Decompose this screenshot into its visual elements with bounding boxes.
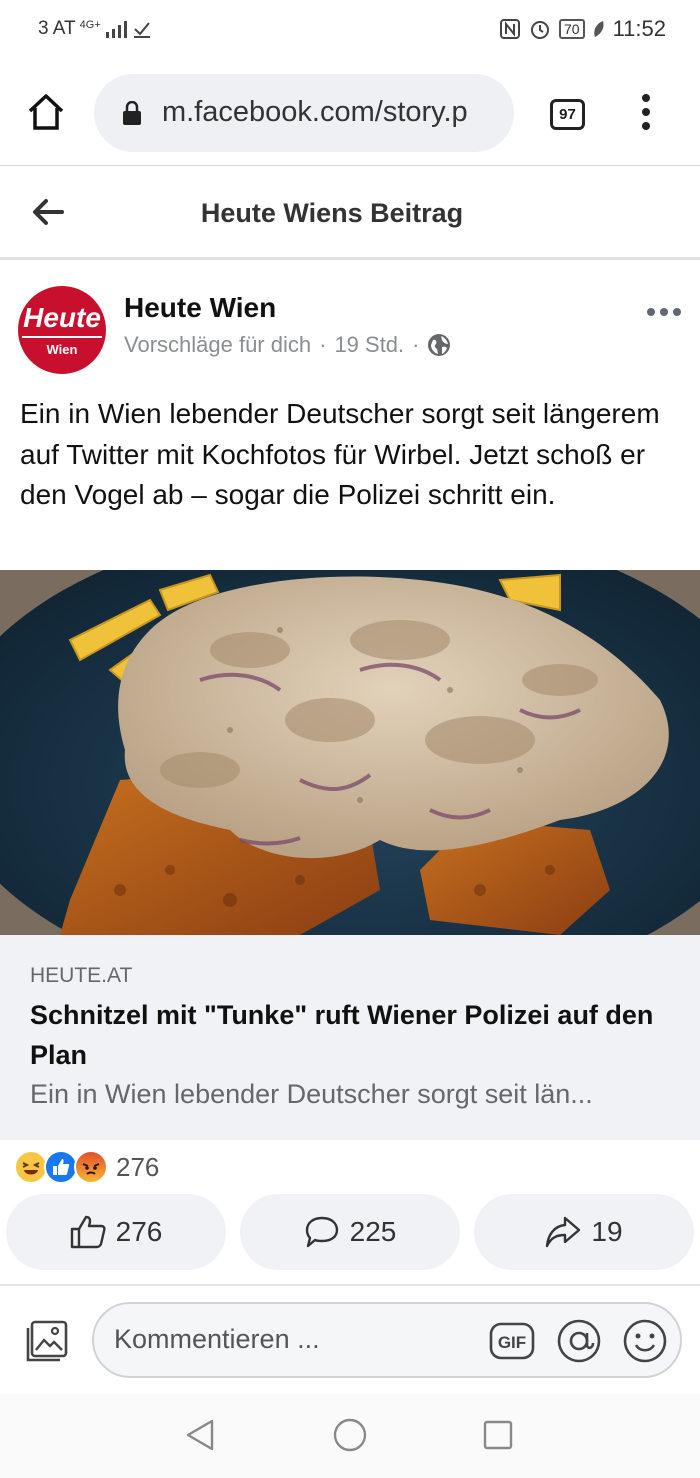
share-count: 19	[591, 1216, 623, 1247]
nav-recents-icon[interactable]	[483, 1420, 513, 1450]
battery-indicator: 70	[559, 19, 585, 39]
divider	[0, 1284, 700, 1286]
link-title: Schnitzel mit "Tunke" ruft Wiener Polize…	[30, 1000, 654, 1070]
clock: 11:52	[612, 16, 666, 41]
comment-bubble-icon	[305, 1216, 338, 1248]
laughing-emoji-icon	[14, 1150, 48, 1184]
post-author-name[interactable]: Heute Wien	[124, 292, 276, 324]
avatar-logo-text: Heute	[23, 302, 101, 333]
nfc-icon	[500, 19, 520, 39]
globe-icon	[428, 334, 451, 356]
schnitzel-photo	[0, 570, 700, 935]
like-button[interactable]: 276	[6, 1194, 226, 1270]
home-icon[interactable]	[26, 92, 66, 132]
url-bar[interactable]: m.facebook.com/story.p	[94, 74, 514, 152]
page-header: Heute Wiens Beitrag	[0, 168, 700, 260]
url-text: m.facebook.com/story.p	[162, 96, 468, 128]
alarm-icon	[531, 21, 549, 39]
comment-placeholder: Kommentieren ...	[114, 1324, 320, 1354]
avatar[interactable]: Heute Wien	[18, 286, 106, 374]
post-image[interactable]	[0, 570, 700, 935]
meta-separator: ·	[319, 332, 327, 357]
emoji-icon[interactable]	[622, 1318, 668, 1364]
tab-switcher-button[interactable]: 97	[550, 99, 585, 130]
suggested-label: Vorschläge für dich	[124, 332, 312, 357]
network-label: 4G+	[79, 19, 101, 31]
nav-back-icon[interactable]	[184, 1418, 216, 1452]
photo-gallery-icon[interactable]	[24, 1318, 70, 1364]
nav-home-icon[interactable]	[333, 1418, 367, 1452]
share-button[interactable]: 19	[474, 1194, 694, 1270]
thumbs-up-icon	[70, 1215, 106, 1249]
download-check-icon	[133, 22, 150, 38]
meta-separator: ·	[412, 332, 420, 357]
gif-label: GIF	[498, 1333, 526, 1352]
post-text: Ein in Wien lebender Deutscher sorgt sei…	[20, 398, 660, 510]
link-domain: HEUTE.AT	[30, 964, 133, 987]
leaf-icon	[593, 21, 604, 37]
browser-toolbar: m.facebook.com/story.p 97	[0, 62, 700, 166]
link-preview-card[interactable]: HEUTE.AT Schnitzel mit "Tunke" ruft Wien…	[0, 935, 700, 1140]
system-nav-bar	[0, 1394, 700, 1478]
post-time[interactable]: 19 Std.	[334, 332, 404, 358]
post-options-icon[interactable]	[646, 304, 682, 320]
post-actions: 276 225 19	[0, 1194, 700, 1270]
signal-icon	[105, 21, 127, 38]
comment-count: 225	[349, 1216, 397, 1247]
carrier-label: 3 AT	[38, 18, 76, 39]
overflow-menu-icon[interactable]	[636, 92, 656, 132]
lock-icon	[123, 101, 141, 125]
comment-input[interactable]: Kommentieren ... GIF	[92, 1302, 682, 1378]
reaction-summary[interactable]: 276	[14, 1150, 159, 1184]
avatar-logo-subtext: Wien	[46, 342, 78, 357]
angry-emoji-icon	[74, 1150, 108, 1184]
share-arrow-icon	[546, 1216, 581, 1248]
status-bar: 3 AT 4G+ 70 11:52	[0, 0, 700, 60]
like-reaction-icon	[44, 1150, 78, 1184]
mention-icon[interactable]	[556, 1318, 602, 1364]
post-meta: Vorschläge für dich · 19 Std. ·	[124, 332, 451, 358]
comment-button[interactable]: 225	[240, 1194, 460, 1270]
gif-icon[interactable]: GIF	[489, 1322, 535, 1360]
reaction-count: 276	[116, 1151, 160, 1182]
link-description: Ein in Wien lebender Deutscher sorgt sei…	[30, 1079, 593, 1109]
like-count: 276	[115, 1216, 163, 1247]
page-title: Heute Wiens Beitrag	[200, 198, 464, 228]
